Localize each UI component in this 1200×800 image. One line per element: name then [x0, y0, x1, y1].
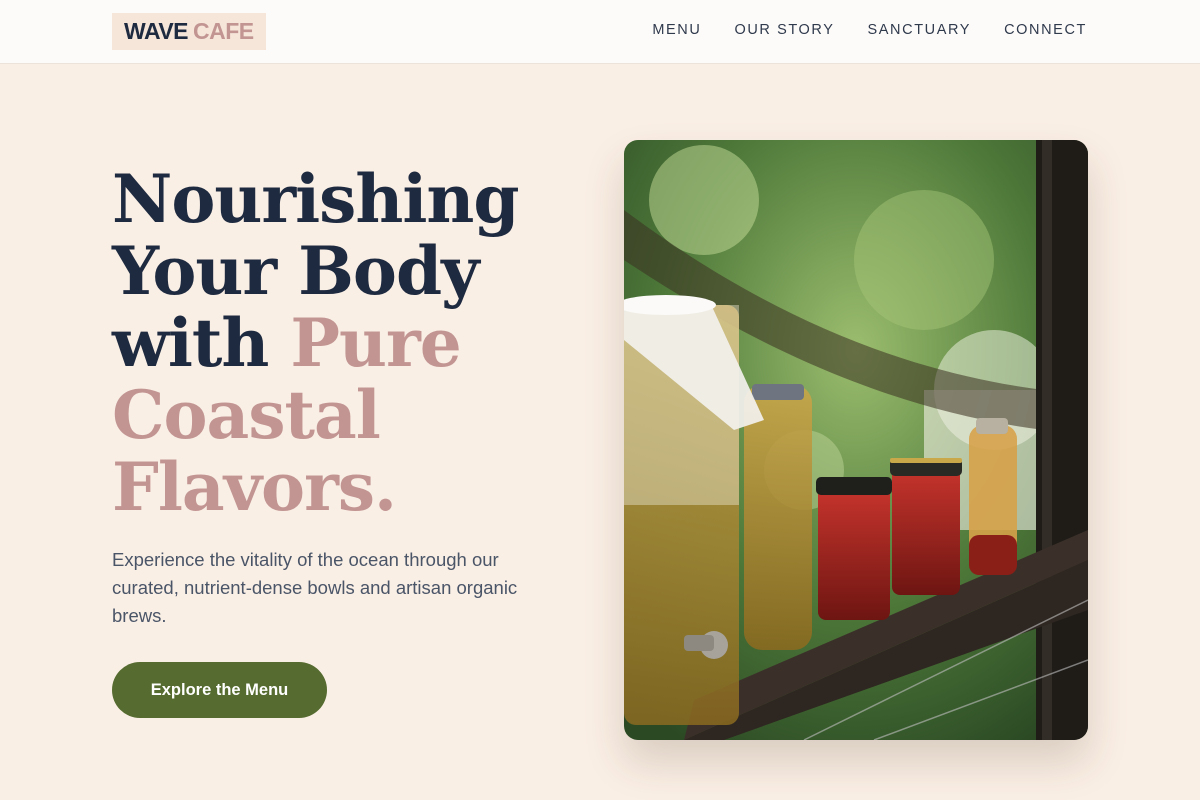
hero-image	[624, 140, 1088, 740]
hero-title-line-3: with Pure	[112, 307, 572, 379]
hero-title-line-4: Coastal	[112, 376, 381, 454]
hero-title-line-1: Nourishing	[112, 160, 520, 238]
logo[interactable]: WAVE CAFE	[112, 13, 266, 50]
logo-wave: WAVE	[124, 18, 189, 44]
hero-title: Nourishing Your Body with Pure Coastal F…	[112, 163, 572, 523]
hero-title-with: with	[112, 304, 269, 382]
nav-connect[interactable]: CONNECT	[1004, 22, 1087, 38]
nav-sanctuary[interactable]: SANCTUARY	[868, 22, 972, 38]
main-nav: MENU OUR STORY SANCTUARY CONNECT	[652, 22, 1087, 38]
site-header: WAVE CAFE MENU OUR STORY SANCTUARY CONNE…	[0, 0, 1200, 64]
nav-our-story[interactable]: OUR STORY	[734, 22, 834, 38]
hero-title-line-2: Your Body	[112, 232, 479, 310]
logo-cafe: CAFE	[193, 18, 254, 44]
hero-title-line-5: Flavors.	[112, 448, 397, 526]
hero-title-pure: Pure	[290, 304, 461, 382]
hero-subtitle: Experience the vitality of the ocean thr…	[112, 549, 518, 626]
nav-menu[interactable]: MENU	[652, 22, 701, 38]
explore-menu-button[interactable]: Explore the Menu	[112, 662, 327, 718]
